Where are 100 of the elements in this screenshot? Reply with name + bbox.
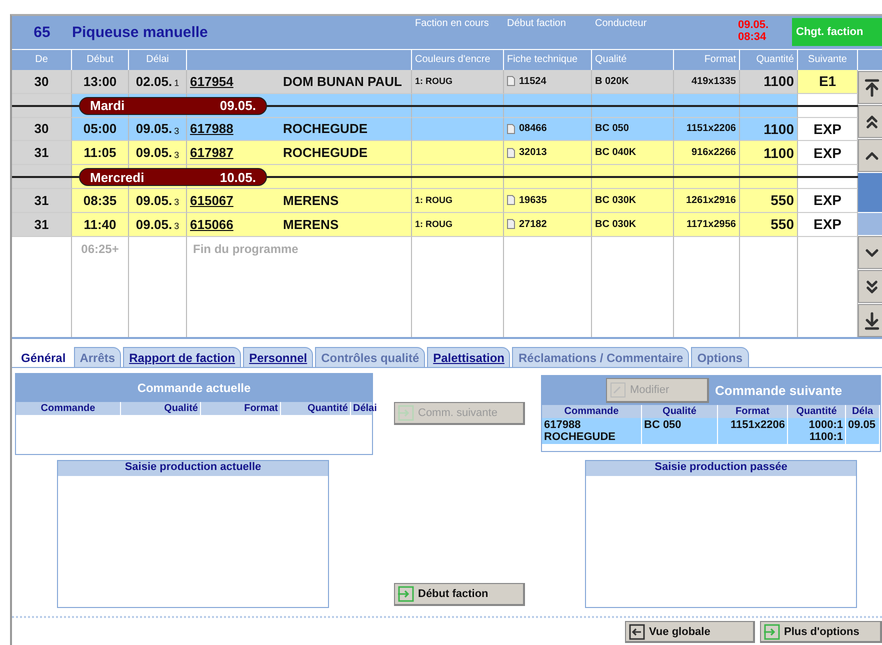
customer-name: ROCHEGUDE — [283, 121, 368, 136]
page-up-button[interactable] — [858, 105, 882, 138]
customer-name: DOM BUNAN PAUL — [283, 74, 402, 89]
document-icon — [507, 76, 515, 86]
column-header: Format — [674, 49, 740, 70]
table-cell: 419x1335 — [674, 70, 740, 94]
document-icon — [507, 124, 515, 134]
arrow-to-top-icon — [862, 78, 882, 98]
table-cell: EXP — [798, 118, 858, 142]
table-cell: 1: ROUG — [412, 212, 504, 237]
machine-title: Piqueuse manuelle — [72, 24, 209, 41]
table-cell: 916x2266 — [674, 141, 740, 166]
table-cell: 09.05.3 — [129, 118, 187, 142]
order-link[interactable]: 617954 — [190, 74, 283, 89]
table-cell: 02.05.1 — [129, 70, 187, 94]
table-cell: B 020K — [592, 70, 674, 94]
tab[interactable]: Personnel — [243, 347, 314, 367]
column-header: Fiche technique — [504, 49, 592, 70]
header-label: Faction en cours — [414, 17, 490, 31]
tab[interactable]: Rapport de faction — [123, 347, 242, 367]
sheet-number: 08466 — [519, 123, 547, 134]
page-down-button[interactable] — [858, 270, 882, 303]
table-cell: 1261x2916 — [674, 189, 740, 213]
table-cell: EXP — [798, 212, 858, 237]
table-cell: 1171x2956 — [674, 212, 740, 237]
clock: 09.05. 08:34 — [738, 18, 770, 45]
document-icon — [507, 195, 515, 206]
table-cell: 31 — [12, 212, 72, 237]
column-header: Quantité — [740, 49, 798, 70]
scroll-top-button[interactable] — [858, 71, 882, 104]
table-cell: BC 030K — [592, 189, 674, 213]
table-cell: 08:35 — [72, 189, 129, 213]
scroll-bottom-button[interactable] — [858, 304, 882, 337]
column-header: Suivante — [798, 49, 858, 70]
order-link[interactable]: 617988 — [190, 121, 283, 136]
overview-button[interactable]: Vue globale — [625, 621, 755, 643]
scroll-down-button[interactable] — [858, 236, 882, 269]
edit-icon — [610, 382, 626, 398]
column-header: Délai — [351, 402, 380, 415]
panel-title: Saisie production passée — [654, 461, 788, 473]
end-time: 06:25+ — [81, 242, 119, 256]
table-cell: BC 040K — [592, 141, 674, 166]
column-header: Qualité — [121, 402, 201, 415]
table-cell — [674, 165, 740, 189]
table-cell: 11:40 — [72, 212, 129, 237]
start-shift-button[interactable]: Début faction — [394, 583, 525, 606]
day-name: Mercredi — [90, 170, 144, 185]
column-header: Format — [201, 402, 281, 415]
table-cell: 1151x2206 — [718, 418, 788, 444]
tab[interactable]: Palettisation — [427, 347, 510, 367]
end-label: Fin du programme — [193, 242, 298, 256]
scroll-thumb[interactable] — [858, 173, 882, 212]
table-cell: 1100 — [740, 141, 798, 166]
table-cell: 1: ROUG — [412, 70, 504, 94]
table-cell: BC 050 — [592, 118, 674, 142]
table-cell: 13:00 — [72, 70, 129, 94]
order-link[interactable]: 617987 — [190, 145, 283, 160]
table-cell: 1: ROUG — [412, 189, 504, 213]
order-link[interactable]: 615067 — [190, 192, 283, 208]
table-cell: 30 — [12, 118, 72, 142]
column-header: Délai — [129, 49, 187, 70]
table-cell: 11:05 — [72, 141, 129, 166]
sheet-number: 27182 — [519, 218, 547, 230]
customer-name: ROCHEGUDE — [283, 145, 368, 160]
table-cell: 1000:1 1100:1 — [788, 418, 846, 444]
column-header: Commande — [16, 402, 121, 415]
header-label: Début faction — [506, 17, 567, 31]
header-label: Conducteur — [594, 17, 648, 31]
arrow-left-icon — [629, 624, 645, 640]
sheet-number: 32013 — [519, 147, 547, 158]
column-header: Couleurs d'encre — [412, 49, 504, 70]
table-cell: E1 — [798, 70, 858, 94]
table-cell: 09.05 — [846, 418, 880, 444]
table-cell: 1151x2206 — [674, 118, 740, 142]
table-cell: 05:00 — [72, 118, 129, 142]
table-cell: 550 — [740, 189, 798, 213]
table-cell: 09.05.3 — [129, 141, 187, 166]
document-icon — [507, 148, 515, 158]
table-cell: 1100 — [740, 118, 798, 142]
table-cell — [740, 165, 798, 189]
table-cell: 09.05.3 — [129, 212, 187, 237]
table-cell: BC 030K — [592, 212, 674, 237]
enter-icon — [764, 624, 780, 640]
table-cell: 31 — [12, 189, 72, 213]
sheet-number: 11524 — [519, 76, 546, 87]
document-icon — [507, 219, 515, 230]
table-cell: 30 — [12, 70, 72, 94]
order-link[interactable]: 615066 — [190, 216, 283, 232]
table-cell: BC 050 — [642, 418, 718, 444]
column-header: Quantité — [281, 402, 351, 415]
day-date: 09.05. — [220, 98, 256, 114]
scroll-up-button[interactable] — [858, 139, 882, 172]
day-name: Mardi — [90, 98, 125, 114]
column-header: De — [12, 49, 72, 70]
more-options-button[interactable]: Plus d'options — [760, 621, 882, 643]
table-cell: EXP — [798, 141, 858, 166]
enter-icon — [398, 405, 414, 421]
column-header: Début — [72, 49, 129, 70]
enter-icon — [398, 586, 414, 602]
arrow-to-bottom-icon — [862, 310, 882, 330]
